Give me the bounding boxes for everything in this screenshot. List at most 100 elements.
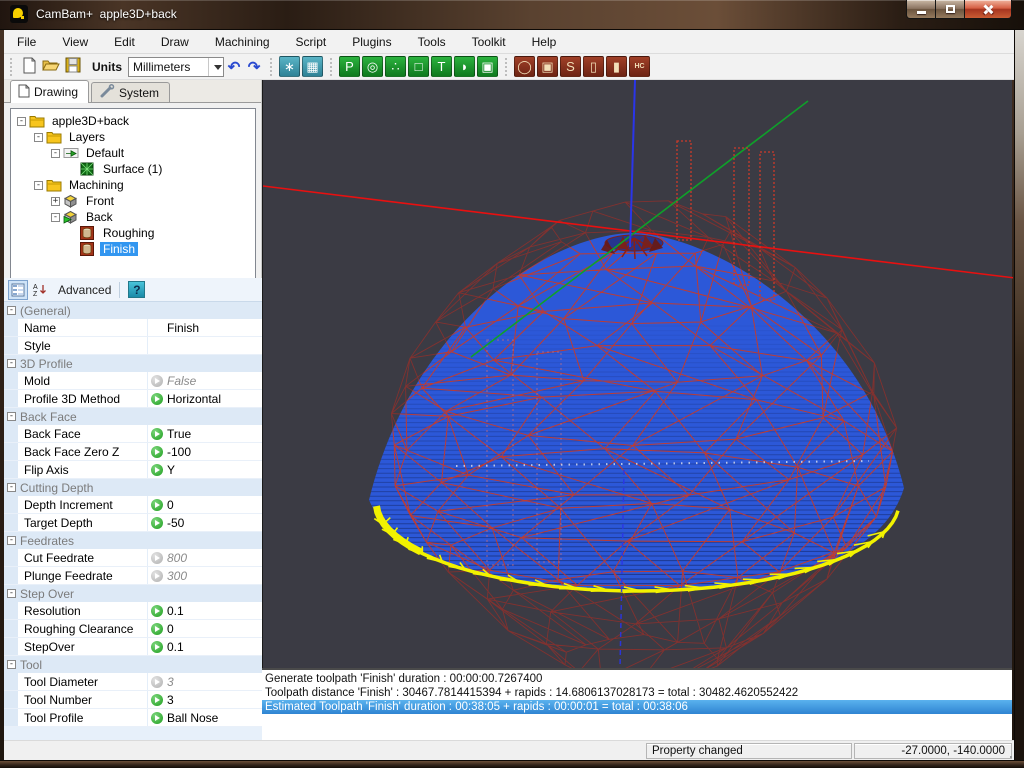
property-value-cell[interactable]: 0 xyxy=(148,620,262,637)
inherit-arrow-icon[interactable] xyxy=(151,552,163,564)
property-row-tool-number[interactable]: Tool Number3 xyxy=(4,691,262,709)
property-row-target-depth[interactable]: Target Depth-50 xyxy=(4,514,262,532)
inherit-arrow-icon[interactable] xyxy=(151,375,163,387)
propgrid-category[interactable]: -Cutting Depth xyxy=(4,479,262,496)
alphabetical-sort-button[interactable]: AZ xyxy=(30,280,50,300)
property-value-cell[interactable]: False xyxy=(148,372,262,389)
mop-profile-icon[interactable]: ◯ xyxy=(514,56,535,77)
menu-draw[interactable]: Draw xyxy=(148,31,202,53)
category-expander[interactable]: - xyxy=(7,306,16,315)
menu-tools[interactable]: Tools xyxy=(405,31,459,53)
tree-item-apple3d-back[interactable]: -apple3D+back xyxy=(11,113,255,129)
property-value-cell[interactable]: True xyxy=(148,425,262,442)
menu-help[interactable]: Help xyxy=(519,31,570,53)
viewport-3d[interactable] xyxy=(262,80,1012,668)
new-file-button[interactable] xyxy=(18,56,40,78)
inherit-arrow-icon[interactable] xyxy=(151,428,163,440)
propgrid-category[interactable]: -Step Over xyxy=(4,585,262,602)
tree-item-default[interactable]: -Default xyxy=(11,145,255,161)
category-expander[interactable]: - xyxy=(7,536,16,545)
mop-lathe-icon[interactable]: ▮ xyxy=(606,56,627,77)
draw-polyline-icon[interactable]: P xyxy=(339,56,360,77)
tree-item-roughing[interactable]: -Roughing xyxy=(11,225,255,241)
redo-button[interactable]: ↷ xyxy=(244,57,264,77)
property-row-tool-diameter[interactable]: Tool Diameter3 xyxy=(4,673,262,691)
property-value-cell[interactable]: 0.1 xyxy=(148,638,262,655)
property-row-tool-profile[interactable]: Tool ProfileBall Nose xyxy=(4,709,262,727)
inherit-arrow-icon[interactable] xyxy=(151,446,163,458)
tab-system[interactable]: System xyxy=(91,82,170,102)
category-expander[interactable]: - xyxy=(7,483,16,492)
property-value-cell[interactable]: 300 xyxy=(148,567,262,584)
tree-expander[interactable]: - xyxy=(34,181,43,190)
property-value-cell[interactable]: 800 xyxy=(148,549,262,566)
categorized-view-button[interactable] xyxy=(8,280,28,300)
inherit-arrow-icon[interactable] xyxy=(151,605,163,617)
units-select[interactable]: Millimeters xyxy=(128,57,224,77)
category-expander[interactable]: - xyxy=(7,412,16,421)
mop-heightmap-icon[interactable]: HC xyxy=(629,56,650,77)
property-value-cell[interactable]: 3 xyxy=(148,673,262,690)
grid-toggle-icon[interactable]: ▦ xyxy=(302,56,323,77)
mop-engrave-icon[interactable]: S xyxy=(560,56,581,77)
property-row-cut-feedrate[interactable]: Cut Feedrate800 xyxy=(4,549,262,567)
propgrid-category[interactable]: -(General) xyxy=(4,302,262,319)
propgrid-category[interactable]: -Back Face xyxy=(4,408,262,425)
tree-expander[interactable]: + xyxy=(51,197,60,206)
tree-item-back[interactable]: -Back xyxy=(11,209,255,225)
draw-3d-object-icon[interactable]: ▣ xyxy=(477,56,498,77)
inherit-arrow-icon[interactable] xyxy=(151,712,163,724)
property-value-cell[interactable] xyxy=(148,337,262,354)
property-row-depth-increment[interactable]: Depth Increment0 xyxy=(4,496,262,514)
close-button[interactable] xyxy=(965,0,1012,19)
tree-item-machining[interactable]: -Machining xyxy=(11,177,255,193)
category-expander[interactable]: - xyxy=(7,359,16,368)
inherit-arrow-icon[interactable] xyxy=(151,694,163,706)
property-row-style[interactable]: Style xyxy=(4,337,262,355)
mop-drill-icon[interactable]: ▯ xyxy=(583,56,604,77)
tree-item-layers[interactable]: -Layers xyxy=(11,129,255,145)
advanced-button[interactable]: Advanced xyxy=(58,283,111,297)
log-line[interactable]: Estimated Toolpath 'Finish' duration : 0… xyxy=(262,700,1012,714)
property-row-profile-3d-method[interactable]: Profile 3D MethodHorizontal xyxy=(4,390,262,408)
mop-pocket-icon[interactable]: ▣ xyxy=(537,56,558,77)
property-value-cell[interactable]: Ball Nose xyxy=(148,709,262,726)
inherit-arrow-icon[interactable] xyxy=(151,393,163,405)
draw-points-icon[interactable]: ∴ xyxy=(385,56,406,77)
inherit-arrow-icon[interactable] xyxy=(151,623,163,635)
property-row-back-face-zero-z[interactable]: Back Face Zero Z-100 xyxy=(4,443,262,461)
menu-edit[interactable]: Edit xyxy=(101,31,148,53)
inherit-arrow-icon[interactable] xyxy=(151,641,163,653)
property-value-cell[interactable]: -50 xyxy=(148,514,262,531)
log-line[interactable]: Toolpath distance 'Finish' : 30467.78144… xyxy=(262,686,1012,700)
category-expander[interactable]: - xyxy=(7,589,16,598)
property-value-cell[interactable]: 0.1 xyxy=(148,602,262,619)
draw-text-icon[interactable]: T xyxy=(431,56,452,77)
tree-expander[interactable]: - xyxy=(17,117,26,126)
undo-button[interactable]: ↶ xyxy=(224,57,244,77)
propgrid-category[interactable]: -Feedrates xyxy=(4,532,262,549)
tree-expander[interactable]: - xyxy=(51,213,60,222)
menu-toolkit[interactable]: Toolkit xyxy=(459,31,519,53)
log-line[interactable]: Generate toolpath 'Finish' duration : 00… xyxy=(262,672,1012,686)
draw-circle-icon[interactable]: ◎ xyxy=(362,56,383,77)
tree-item-finish[interactable]: -Finish xyxy=(11,241,255,257)
property-value-cell[interactable]: Y xyxy=(148,461,262,478)
menu-machining[interactable]: Machining xyxy=(202,31,283,53)
snap-points-icon[interactable]: ∗ xyxy=(279,56,300,77)
draw-surface-icon[interactable]: ◗ xyxy=(454,56,475,77)
property-value-cell[interactable]: 0 xyxy=(148,496,262,513)
property-row-plunge-feedrate[interactable]: Plunge Feedrate300 xyxy=(4,567,262,585)
tree-expander[interactable]: - xyxy=(34,133,43,142)
category-expander[interactable]: - xyxy=(7,660,16,669)
menu-plugins[interactable]: Plugins xyxy=(339,31,404,53)
tab-drawing[interactable]: Drawing xyxy=(10,80,89,103)
property-row-back-face[interactable]: Back FaceTrue xyxy=(4,425,262,443)
tree-item-front[interactable]: +Front xyxy=(11,193,255,209)
property-row-flip-axis[interactable]: Flip AxisY xyxy=(4,461,262,479)
resize-grip[interactable] xyxy=(1001,747,1013,759)
property-value-cell[interactable]: -100 xyxy=(148,443,262,460)
menu-script[interactable]: Script xyxy=(283,31,340,53)
menu-file[interactable]: File xyxy=(4,31,49,53)
inherit-arrow-icon[interactable] xyxy=(151,570,163,582)
